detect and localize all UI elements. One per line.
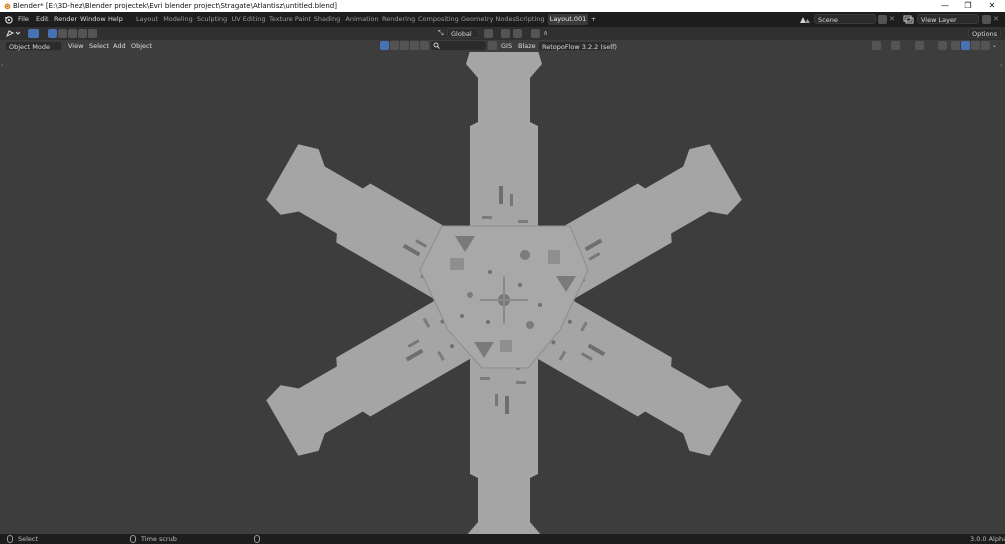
tab-uv-editing[interactable]: UV Editing bbox=[230, 14, 267, 25]
shading-wireframe-icon[interactable] bbox=[951, 41, 960, 50]
xray-icon[interactable] bbox=[938, 41, 947, 50]
window-title: Blender* [E:\3D-hez\Blender projectek\Ev… bbox=[13, 2, 337, 10]
shading-material-icon[interactable] bbox=[971, 41, 980, 50]
minimize-button[interactable]: — bbox=[934, 0, 956, 12]
tab-layout-001[interactable]: Layout.001 bbox=[548, 14, 588, 25]
view-layer-field[interactable]: View Layer bbox=[917, 14, 979, 24]
filter-light-icon[interactable] bbox=[400, 41, 409, 50]
transform-orientation-dropdown[interactable]: Global bbox=[447, 28, 479, 38]
select-mode-intersect-icon[interactable] bbox=[88, 29, 97, 38]
scene-field[interactable]: Scene bbox=[814, 14, 876, 24]
menu-object[interactable]: Object bbox=[131, 41, 152, 51]
delete-scene-icon[interactable]: ✕ bbox=[889, 14, 898, 24]
add-workspace-button[interactable]: + bbox=[589, 14, 598, 25]
status-bar: Select Time scrub 3.0.0 Alpha bbox=[0, 534, 1005, 544]
shading-options-icon[interactable]: ⌄ bbox=[992, 41, 1000, 50]
filter-mesh-icon[interactable] bbox=[390, 41, 399, 50]
new-view-layer-icon[interactable] bbox=[982, 15, 991, 24]
filter-camera-icon[interactable] bbox=[410, 41, 419, 50]
new-scene-icon[interactable] bbox=[878, 15, 887, 24]
status-time-scrub: Time scrub bbox=[141, 535, 177, 543]
tool-settings-header: ⤡ Global ∧ Options bbox=[0, 27, 1005, 40]
select-mode-new-icon[interactable] bbox=[48, 29, 57, 38]
visibility-icon[interactable] bbox=[872, 41, 881, 50]
proportional-editing-icon[interactable] bbox=[531, 29, 540, 38]
select-mode-invert-icon[interactable] bbox=[78, 29, 87, 38]
tab-modeling[interactable]: Modeling bbox=[162, 14, 194, 25]
mouse-left-icon bbox=[7, 535, 13, 543]
menu-add[interactable]: Add bbox=[113, 41, 126, 51]
tab-sculpting[interactable]: Sculpting bbox=[196, 14, 228, 25]
viewport-header: Object Mode View Select Add Object GIS B… bbox=[0, 40, 1005, 52]
select-mode-subtract-icon[interactable] bbox=[68, 29, 77, 38]
tab-scripting[interactable]: Scripting bbox=[514, 14, 546, 25]
view-layer-icon[interactable] bbox=[903, 15, 915, 24]
menu-render[interactable]: Render bbox=[54, 14, 77, 25]
filter-dropdown-icon[interactable] bbox=[488, 41, 497, 50]
tab-compositing[interactable]: Compositing bbox=[418, 14, 459, 25]
blaze-addon-button[interactable]: Blaze bbox=[518, 41, 536, 51]
tab-rendering[interactable]: Rendering bbox=[382, 14, 415, 25]
atlantis-model bbox=[255, 44, 753, 544]
menu-view[interactable]: View bbox=[68, 41, 83, 51]
mouse-middle-icon bbox=[130, 535, 136, 543]
scene-icon[interactable] bbox=[799, 15, 811, 24]
shading-rendered-icon[interactable] bbox=[981, 41, 990, 50]
options-dropdown[interactable]: Options bbox=[968, 28, 1001, 38]
shading-solid-icon[interactable] bbox=[961, 41, 970, 50]
blender-logo-icon bbox=[4, 3, 11, 10]
search-input[interactable] bbox=[431, 41, 486, 50]
menu-edit[interactable]: Edit bbox=[36, 14, 49, 25]
mouse-right-icon bbox=[254, 535, 260, 543]
3d-viewport[interactable]: › ‹ bbox=[0, 44, 1005, 544]
delete-view-layer-icon[interactable]: ✕ bbox=[993, 14, 1002, 24]
retopoflow-dropdown[interactable]: RetopoFlow 3.2.2 (self) bbox=[538, 41, 617, 51]
overlay-icon[interactable] bbox=[915, 41, 924, 50]
snap-target-icon[interactable] bbox=[513, 29, 522, 38]
menu-window[interactable]: Window bbox=[80, 14, 106, 25]
sidebar-expand-icon[interactable]: ‹ bbox=[1000, 62, 1004, 69]
tab-geometry-nodes[interactable]: Geometry Nodes bbox=[461, 14, 516, 25]
top-menu-bar: File Edit Render Window Help Layout Mode… bbox=[0, 12, 1005, 27]
version-label: 3.0.0 Alpha bbox=[970, 535, 1005, 543]
transform-orientation-icon[interactable]: ⤡ bbox=[438, 29, 446, 38]
gizmo-icon[interactable] bbox=[891, 41, 900, 50]
tab-shading[interactable]: Shading bbox=[312, 14, 342, 25]
window-title-bar: Blender* [E:\3D-hez\Blender projectek\Ev… bbox=[0, 0, 1005, 12]
maximize-button[interactable]: ❐ bbox=[957, 0, 979, 12]
filter-other-icon[interactable] bbox=[420, 41, 429, 50]
blender-menu-icon[interactable] bbox=[4, 15, 13, 24]
select-tool-icon[interactable] bbox=[28, 29, 39, 38]
menu-file[interactable]: File bbox=[18, 14, 29, 25]
gis-addon-button[interactable]: GIS bbox=[501, 41, 512, 51]
select-mode-extend-icon[interactable] bbox=[58, 29, 67, 38]
status-select: Select bbox=[18, 535, 39, 543]
menu-select[interactable]: Select bbox=[89, 41, 109, 51]
object-mode-dropdown[interactable]: Object Mode bbox=[5, 41, 62, 51]
filter-select-icon[interactable] bbox=[380, 41, 389, 50]
search-icon bbox=[433, 42, 440, 49]
tab-texture-paint[interactable]: Texture Paint bbox=[269, 14, 311, 25]
pivot-point-icon[interactable] bbox=[484, 29, 493, 38]
falloff-icon[interactable]: ∧ bbox=[543, 29, 552, 38]
menu-help[interactable]: Help bbox=[108, 14, 123, 25]
snap-toggle-icon[interactable] bbox=[501, 29, 510, 38]
tab-animation[interactable]: Animation bbox=[344, 14, 380, 25]
toolbar-expand-icon[interactable]: › bbox=[1, 62, 4, 69]
editor-type-icon[interactable] bbox=[5, 29, 21, 38]
close-button[interactable]: ✕ bbox=[981, 0, 1003, 12]
tab-layout[interactable]: Layout bbox=[134, 14, 160, 25]
